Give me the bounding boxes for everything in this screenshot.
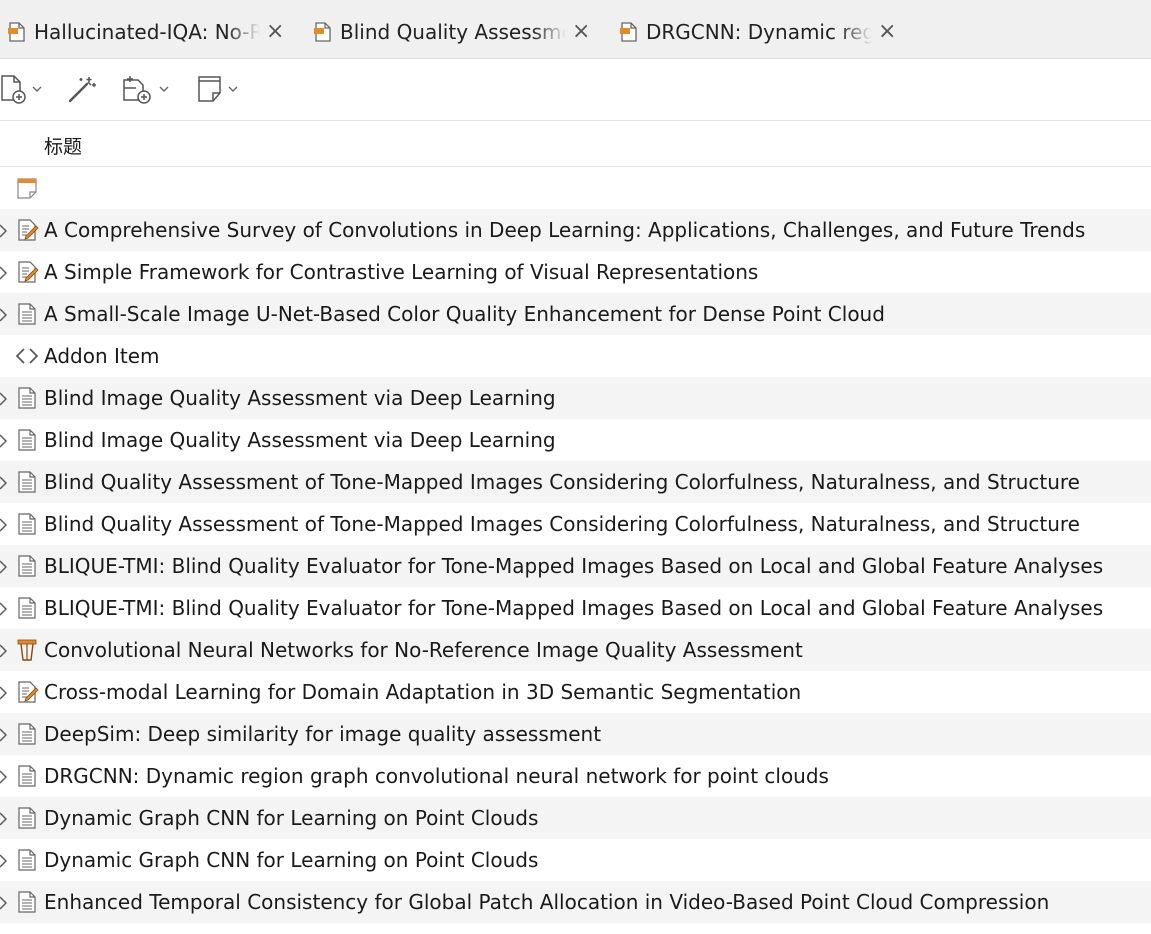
chevron-right-icon[interactable] bbox=[0, 517, 7, 532]
chevron-right-icon[interactable] bbox=[0, 223, 7, 238]
item-title: BLIQUE-TMI: Blind Quality Evaluator for … bbox=[44, 554, 1104, 578]
note-row[interactable] bbox=[0, 167, 1151, 209]
item-title: DeepSim: Deep similarity for image quali… bbox=[44, 722, 602, 746]
tab-blind-quality[interactable]: Blind Quality Assessmen × bbox=[312, 14, 590, 50]
item-title: Convolutional Neural Networks for No-Ref… bbox=[44, 638, 803, 662]
journal-article-icon bbox=[15, 512, 39, 536]
close-tab-icon[interactable]: × bbox=[572, 21, 590, 43]
tab-label: Blind Quality Assessmen bbox=[340, 20, 566, 44]
item-row[interactable]: Blind Quality Assessment of Tone-Mapped … bbox=[0, 503, 1151, 545]
item-row[interactable]: Blind Quality Assessment of Tone-Mapped … bbox=[0, 461, 1151, 503]
close-tab-icon[interactable]: × bbox=[878, 21, 896, 43]
close-tab-icon[interactable]: × bbox=[266, 21, 284, 43]
chevron-right-icon[interactable] bbox=[0, 433, 7, 448]
chevron-right-icon[interactable] bbox=[0, 265, 7, 280]
new-note-button[interactable] bbox=[196, 73, 238, 105]
chevron-right-icon[interactable] bbox=[0, 685, 7, 700]
title-column-header[interactable]: 标题 bbox=[44, 132, 82, 159]
preprint-icon bbox=[15, 680, 39, 704]
tab-drgcnn[interactable]: DRGCNN: Dynamic regio × bbox=[618, 14, 896, 50]
journal-article-icon bbox=[15, 848, 39, 872]
item-row[interactable]: Cross-modal Learning for Domain Adaptati… bbox=[0, 671, 1151, 713]
conference-paper-icon bbox=[15, 638, 39, 662]
tab-label: Hallucinated-IQA: No-Re bbox=[34, 20, 260, 44]
preprint-icon bbox=[15, 260, 39, 284]
item-row[interactable]: BLIQUE-TMI: Blind Quality Evaluator for … bbox=[0, 545, 1151, 587]
chevron-right-icon[interactable] bbox=[0, 475, 7, 490]
tab-label: DRGCNN: Dynamic regio bbox=[646, 20, 872, 44]
journal-article-icon bbox=[15, 554, 39, 578]
code-icon bbox=[15, 344, 39, 368]
item-row[interactable]: Dynamic Graph CNN for Learning on Point … bbox=[0, 839, 1151, 881]
journal-article-icon bbox=[15, 428, 39, 452]
add-attachment-button[interactable] bbox=[121, 73, 169, 105]
pdf-document-icon bbox=[8, 22, 25, 42]
chevron-right-icon[interactable] bbox=[0, 853, 7, 868]
item-row[interactable]: Convolutional Neural Networks for No-Ref… bbox=[0, 629, 1151, 671]
magic-wand-icon bbox=[68, 77, 96, 103]
item-row[interactable]: Addon Item bbox=[0, 335, 1151, 377]
journal-article-icon bbox=[15, 302, 39, 326]
chevron-right-icon[interactable] bbox=[0, 307, 7, 322]
add-attachment-icon bbox=[123, 76, 151, 104]
items-list: A Comprehensive Survey of Convolutions i… bbox=[0, 167, 1151, 923]
new-note-icon bbox=[198, 76, 221, 102]
item-title: DRGCNN: Dynamic region graph convolution… bbox=[44, 764, 829, 788]
item-title: Dynamic Graph CNN for Learning on Point … bbox=[44, 806, 539, 830]
item-row[interactable]: A Comprehensive Survey of Convolutions i… bbox=[0, 209, 1151, 251]
chevron-down-icon bbox=[228, 86, 238, 92]
chevron-right-icon[interactable] bbox=[0, 895, 7, 910]
preprint-icon bbox=[15, 218, 39, 242]
journal-article-icon bbox=[15, 764, 39, 788]
item-title: Blind Image Quality Assessment via Deep … bbox=[44, 428, 556, 452]
pdf-document-icon bbox=[620, 22, 637, 42]
new-item-icon bbox=[1, 75, 26, 104]
chevron-right-icon[interactable] bbox=[0, 601, 7, 616]
item-title: Dynamic Graph CNN for Learning on Point … bbox=[44, 848, 539, 872]
toolbar bbox=[0, 59, 1151, 121]
item-title: BLIQUE-TMI: Blind Quality Evaluator for … bbox=[44, 596, 1104, 620]
journal-article-icon bbox=[15, 386, 39, 410]
item-row[interactable]: Dynamic Graph CNN for Learning on Point … bbox=[0, 797, 1151, 839]
item-row[interactable]: A Simple Framework for Contrastive Learn… bbox=[0, 251, 1151, 293]
tab-bar: Hallucinated-IQA: No-Re × Blind Quality … bbox=[0, 0, 1151, 59]
chevron-right-icon[interactable] bbox=[0, 769, 7, 784]
item-row[interactable]: Blind Image Quality Assessment via Deep … bbox=[0, 419, 1151, 461]
chevron-down-icon bbox=[159, 86, 169, 92]
item-title: Blind Image Quality Assessment via Deep … bbox=[44, 386, 556, 410]
item-title: Blind Quality Assessment of Tone-Mapped … bbox=[44, 470, 1080, 494]
chevron-right-icon[interactable] bbox=[0, 811, 7, 826]
journal-article-icon bbox=[15, 596, 39, 620]
item-title: A Comprehensive Survey of Convolutions i… bbox=[44, 218, 1086, 242]
pdf-document-icon bbox=[314, 22, 331, 42]
chevron-right-icon[interactable] bbox=[0, 391, 7, 406]
tab-hallucinated-iqa[interactable]: Hallucinated-IQA: No-Re × bbox=[6, 14, 284, 50]
item-title: A Small-Scale Image U-Net-Based Color Qu… bbox=[44, 302, 885, 326]
chevron-right-icon[interactable] bbox=[0, 727, 7, 742]
add-by-identifier-button[interactable] bbox=[67, 73, 99, 105]
item-row[interactable]: DRGCNN: Dynamic region graph convolution… bbox=[0, 755, 1151, 797]
journal-article-icon bbox=[15, 806, 39, 830]
item-row[interactable]: Enhanced Temporal Consistency for Global… bbox=[0, 881, 1151, 923]
journal-article-icon bbox=[15, 890, 39, 914]
chevron-right-icon[interactable] bbox=[0, 559, 7, 574]
item-title: Blind Quality Assessment of Tone-Mapped … bbox=[44, 512, 1080, 536]
item-title: Addon Item bbox=[44, 344, 160, 368]
journal-article-icon bbox=[15, 470, 39, 494]
new-item-button[interactable] bbox=[0, 73, 42, 105]
item-title: Cross-modal Learning for Domain Adaptati… bbox=[44, 680, 802, 704]
journal-article-icon bbox=[15, 722, 39, 746]
item-title: Enhanced Temporal Consistency for Global… bbox=[44, 890, 1050, 914]
note-icon bbox=[15, 176, 39, 200]
item-row[interactable]: DeepSim: Deep similarity for image quali… bbox=[0, 713, 1151, 755]
item-row[interactable]: BLIQUE-TMI: Blind Quality Evaluator for … bbox=[0, 587, 1151, 629]
item-row[interactable]: A Small-Scale Image U-Net-Based Color Qu… bbox=[0, 293, 1151, 335]
item-row[interactable]: Blind Image Quality Assessment via Deep … bbox=[0, 377, 1151, 419]
chevron-right-icon[interactable] bbox=[0, 643, 7, 658]
item-title: A Simple Framework for Contrastive Learn… bbox=[44, 260, 759, 284]
column-header: 标题 bbox=[0, 121, 1151, 167]
chevron-down-icon bbox=[32, 86, 42, 92]
